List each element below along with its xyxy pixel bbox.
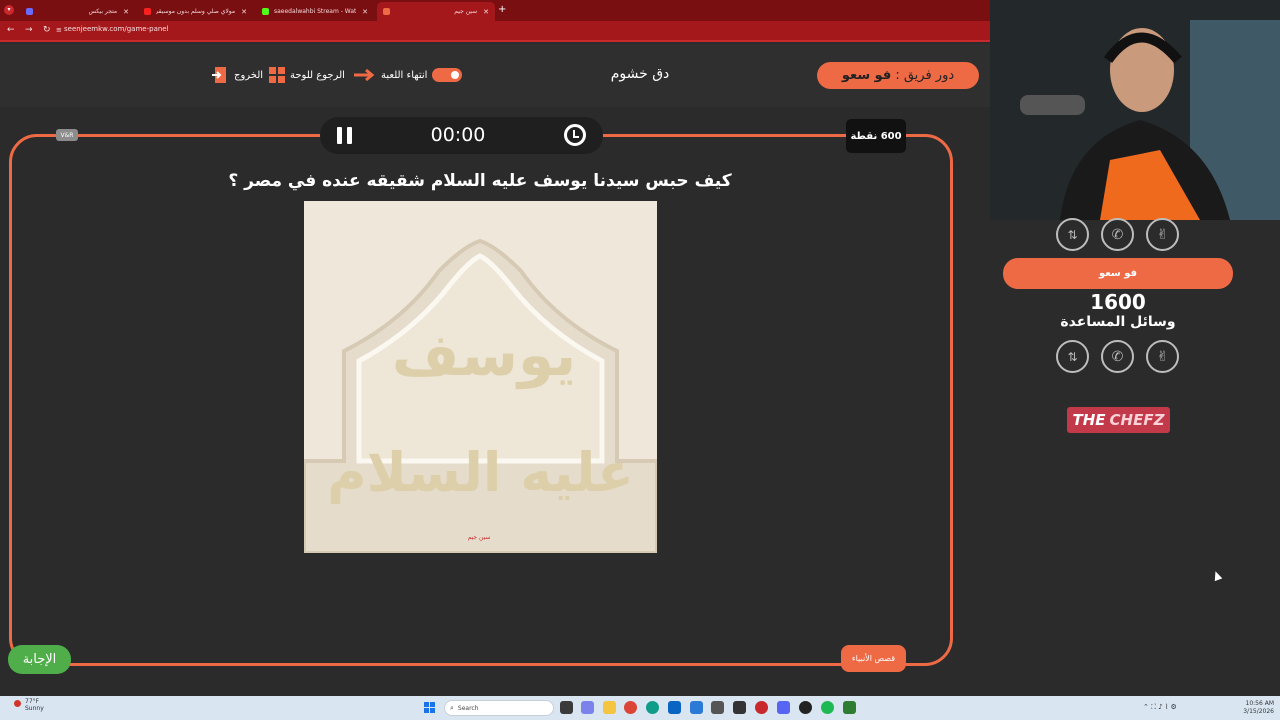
show-answer-button[interactable]: الإجابة [8,645,71,674]
browser-icon[interactable] [755,701,768,714]
tab-pex-store[interactable]: متجر بيكس ✕ [20,2,135,21]
tab-favicon-icon [383,8,390,15]
edge-icon[interactable] [646,701,659,714]
youtube-icon [144,8,151,15]
team-panel-name: فو سعو [1003,258,1233,289]
tab-close-icon[interactable]: ✕ [123,8,129,16]
lifeline-call-icon[interactable]: ✆ [1101,340,1134,373]
weather-temp: 77°F [25,698,40,705]
weather-widget[interactable]: 77°F Sunny [25,698,44,712]
image-caption-yusuf: يوسف [391,321,577,389]
lifeline-hand-icon[interactable]: ✌ [1146,340,1179,373]
tab-kick-stream[interactable]: saeedalwahbi Stream - Watch Li✕ [256,2,374,21]
exit-door-icon [212,67,226,83]
grid-icon [269,67,285,83]
site-info-icon[interactable]: ≡ [56,26,62,34]
the-chefz-logo: THE CHEFZ [1067,407,1170,433]
question-image: يوسف عليه السلام سين جيم [304,201,657,553]
chrome-icon[interactable] [624,701,637,714]
current-team-name: فو سعو [841,68,892,83]
lifeline-call-used-icon[interactable]: ✆ [1101,218,1134,251]
calculator-icon[interactable] [711,701,724,714]
taskbar-clock[interactable]: 10:56 AM 3/15/2026 [1234,700,1274,716]
streamer-webcam-icon [990,0,1280,220]
image-stamp: سين جيم [467,534,491,541]
teams-icon[interactable] [581,701,594,714]
back-icon[interactable]: ← [7,25,15,35]
lifeline-hand-used-icon[interactable]: ✌ [1146,218,1179,251]
tab-seen-jeem[interactable]: سين جيم ✕ [377,2,495,21]
webcam-overlay [990,0,1280,220]
question-text: كيف حبس سيدنا يوسف عليه السلام شقيقه عند… [228,171,732,191]
exit-button[interactable]: الخروج [211,66,263,84]
end-game-label: انتهاء اللعبة [381,69,428,81]
file-explorer-icon[interactable] [603,701,616,714]
tab-favicon-icon [26,8,33,15]
reset-timer-icon[interactable] [564,124,586,146]
search-placeholder: Search [457,704,479,712]
team-score: 1600 [1090,290,1146,314]
end-game-button[interactable]: انتهاء اللعبة [352,66,472,84]
outlook-icon[interactable] [668,701,681,714]
url-field[interactable]: seenjeemkw.com/game-panel [64,25,169,33]
category-badge: قصص الأنبياء [841,645,906,672]
tab-close-icon[interactable]: ✕ [362,8,368,16]
windows-start-icon[interactable] [424,702,435,713]
weather-desc: Sunny [25,705,44,712]
lifeline-swap-used-icon[interactable]: ⇅ [1056,218,1089,251]
timer-display: 00:00 [430,124,486,146]
question-points: 600 نقطة [846,119,906,153]
task-view-icon[interactable] [560,701,573,714]
search-icon: ⌕ [450,703,454,712]
forward-icon[interactable]: → [25,25,33,35]
back-to-board-label: الرجوع للوحة [290,69,345,81]
mouse-cursor-icon [1211,569,1223,582]
spotify-icon[interactable] [821,701,834,714]
exit-label: الخروج [234,69,264,81]
kick-icon [262,8,269,15]
clock-time: 10:56 AM [1245,700,1274,707]
weather-badge-icon[interactable] [14,700,21,707]
arrow-right-icon [354,68,375,82]
help-tools-label: وسائل المساعدة [1060,314,1176,330]
back-to-board-button[interactable]: الرجوع للوحة [269,66,345,84]
tab-close-icon[interactable]: ✕ [241,8,247,16]
new-tab-icon[interactable]: + [498,4,506,15]
taskbar-search[interactable]: ⌕ Search [444,700,554,716]
tab-youtube[interactable]: مولاي صلي وسلم بدون موسيقى ✕ [138,2,253,21]
game-title: دق خشوم [610,66,670,82]
vs-chip: V&R [56,129,78,141]
lifeline-swap-icon[interactable]: ⇅ [1056,340,1089,373]
team-turn-label: دور فريق : [895,68,955,83]
pause-icon[interactable] [337,127,353,144]
clock-date: 3/15/2026 [1243,708,1274,715]
media-icon[interactable] [733,701,746,714]
obs-icon[interactable] [799,701,812,714]
tab-close-icon[interactable]: ✕ [483,8,489,16]
discord-icon[interactable] [777,701,790,714]
reload-icon[interactable]: ↻ [43,25,51,35]
toggle-icon[interactable] [432,68,463,82]
address-bar: ← → ↻ ≡ seenjeemkw.com/game-panel [0,21,990,42]
mail-icon[interactable] [690,701,703,714]
windows-taskbar [0,696,1280,720]
current-team-pill: دور فريق : فو سعو [817,62,979,89]
browser-tab-bar: ▾ متجر بيكس ✕ مولاي صلي وسلم بدون موسيقى ✕… [0,0,990,21]
browser-menu-icon[interactable]: ▾ [4,5,14,15]
image-caption-alayhi-salam: عليه السلام [327,441,634,504]
app-icon[interactable] [843,701,856,714]
system-tray-icons[interactable]: ⌃ ⛶ ♪ ⌇ ⚙ [1143,703,1177,712]
